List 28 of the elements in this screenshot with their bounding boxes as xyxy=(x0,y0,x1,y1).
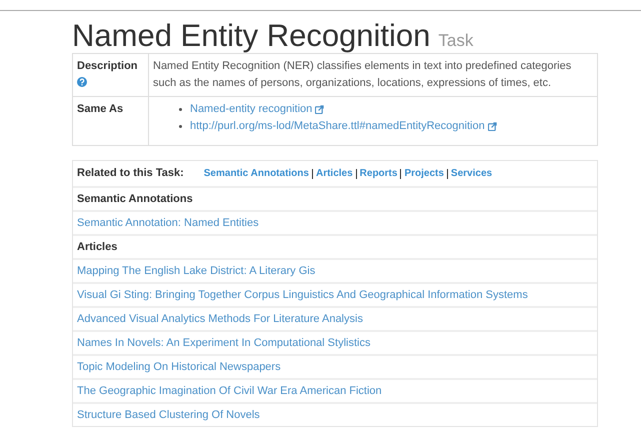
external-link-icon xyxy=(488,122,497,131)
bullet-icon xyxy=(179,108,182,111)
section-heading: Articles xyxy=(77,240,118,255)
list-link[interactable]: Names In Novels: An Experiment In Computational Stylistics xyxy=(77,334,370,352)
property-label: Same As xyxy=(77,102,124,117)
list-link[interactable]: Semantic Annotation: Named Entities xyxy=(77,214,259,232)
external-link-icon xyxy=(315,105,324,114)
related-link[interactable]: Reports xyxy=(360,166,398,181)
same-as-link[interactable]: Named-entity recognition xyxy=(190,101,312,118)
list-link[interactable]: Topic Modeling On Historical Newspapers xyxy=(77,358,281,376)
page-subtitle: Task xyxy=(438,30,474,52)
list-link[interactable]: Visual Gi Sting: Bringing Together Corpus Linguistics And Geographical Information Systems xyxy=(77,286,528,304)
list-link[interactable]: Mapping The English Lake District: A Literary Gis xyxy=(77,262,316,280)
related-link[interactable]: Articles xyxy=(316,166,353,181)
related-link[interactable]: Services xyxy=(450,166,492,181)
section-heading: Semantic Annotations xyxy=(77,192,193,207)
bullet-icon xyxy=(179,125,182,128)
same-as-link[interactable]: http://purl.org/ms-lod/MetaShare.ttl#namedEntityRecognition xyxy=(190,118,485,135)
property-label: Description xyxy=(77,59,138,74)
page-title: Named Entity Recognition xyxy=(72,17,430,55)
related-label: Related to this Task: xyxy=(77,166,184,182)
list-link[interactable]: Structure Based Clustering Of Novels xyxy=(77,406,260,424)
help-icon[interactable] xyxy=(77,77,87,87)
description-text: Named Entity Recognition (NER) classifies elements in text into predefined categories such as the names of persons, organizations, locations, expressions of times, etc. xyxy=(153,60,572,89)
related-link[interactable]: Semantic Annotations xyxy=(204,166,309,181)
list-link[interactable]: The Geographic Imagination Of Civil War Era American Fiction xyxy=(77,382,382,400)
list-link[interactable]: Advanced Visual Analytics Methods For Literature Analysis xyxy=(77,310,363,328)
related-link[interactable]: Projects xyxy=(404,166,444,181)
